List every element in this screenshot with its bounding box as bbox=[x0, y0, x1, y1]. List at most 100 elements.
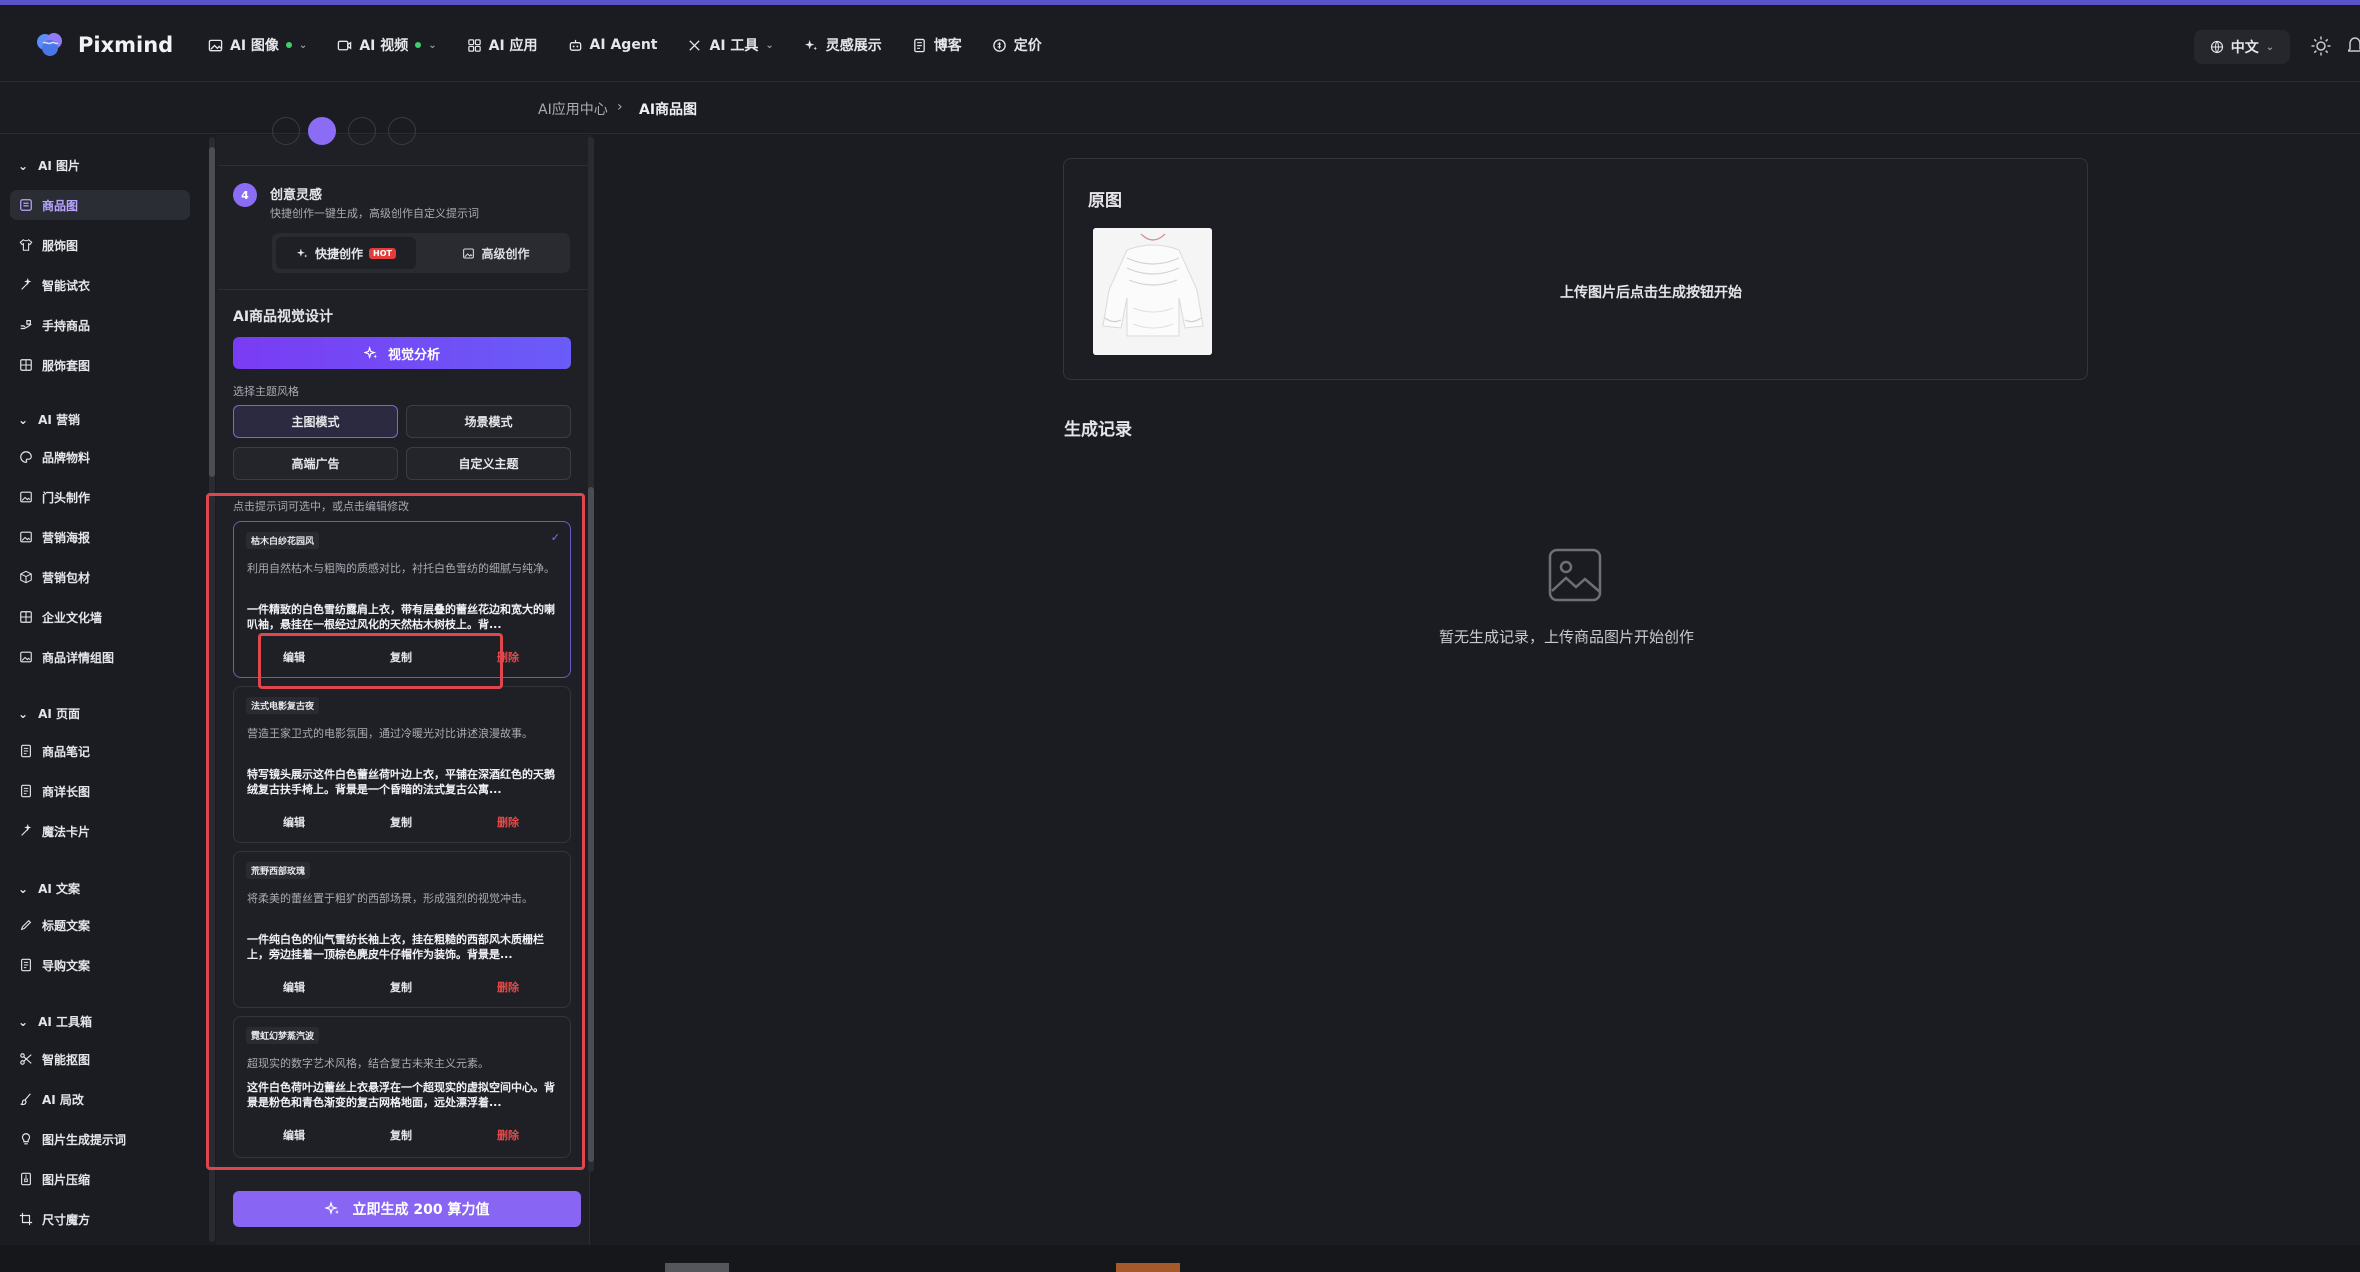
breadcrumb-parent[interactable]: AI应用中心 bbox=[538, 99, 608, 119]
globe-icon bbox=[2210, 40, 2223, 54]
sidebar-item-storefront[interactable]: 门头制作 bbox=[10, 482, 190, 512]
visual-analyze-button[interactable]: 视觉分析 bbox=[233, 337, 571, 369]
sidebar-group-ai-image[interactable]: ⌄ AI 图片 bbox=[18, 157, 80, 174]
sidebar-item-magic-card[interactable]: 魔法卡片 bbox=[10, 816, 190, 846]
step-indicator-active bbox=[308, 117, 336, 145]
nav-ai-image[interactable]: AI 图像 ⌄ bbox=[208, 33, 307, 57]
sidebar-item-handheld[interactable]: 手持商品 bbox=[10, 310, 190, 340]
nav-ai-tools[interactable]: AI 工具 ⌄ bbox=[687, 33, 774, 57]
sidebar-item-product-image[interactable]: 商品图 bbox=[10, 190, 190, 220]
style-scene[interactable]: 场景模式 bbox=[406, 405, 571, 438]
nav-blog[interactable]: 博客 bbox=[912, 33, 962, 57]
sidebar-item-apparel[interactable]: 服饰图 bbox=[10, 230, 190, 260]
sidebar-item-brand-material[interactable]: 品牌物料 bbox=[10, 442, 190, 472]
original-image-thumbnail[interactable] bbox=[1093, 228, 1212, 355]
breadcrumb-separator-icon: › bbox=[617, 99, 623, 115]
sparkle-icon bbox=[296, 248, 308, 258]
sidebar-item-prompt-gen[interactable]: 图片生成提示词 bbox=[10, 1124, 190, 1154]
wand-icon bbox=[21, 278, 32, 290]
step-subtitle: 快捷创作一键生成，高级创作自定义提示词 bbox=[270, 207, 479, 220]
wand-icon bbox=[21, 824, 32, 836]
sidebar-item-guide-copy[interactable]: 导购文案 bbox=[10, 950, 190, 980]
records-title: 生成记录 bbox=[1064, 420, 1132, 440]
logo[interactable]: Pixmind bbox=[34, 29, 173, 61]
highlight-box-actions bbox=[258, 633, 503, 689]
nav-label: 灵感展示 bbox=[825, 38, 882, 54]
hand-icon bbox=[20, 320, 32, 330]
divider bbox=[218, 165, 588, 166]
sidebar-item-cutout[interactable]: 智能抠图 bbox=[10, 1044, 190, 1074]
sidebar-item-title-copy[interactable]: 标题文案 bbox=[10, 910, 190, 940]
image-icon bbox=[20, 531, 32, 543]
taskbar-indicator bbox=[665, 1263, 729, 1272]
scrollbar-thumb[interactable] bbox=[209, 147, 215, 477]
chevron-down-icon: ⌄ bbox=[18, 412, 29, 427]
nav-ai-apps[interactable]: AI 应用 bbox=[467, 33, 538, 57]
scrollbar-thumb[interactable] bbox=[588, 487, 594, 1162]
coin-icon bbox=[993, 38, 1006, 52]
generate-button[interactable]: 立即生成 200 算力值 bbox=[233, 1191, 581, 1227]
sidebar-item-local-edit[interactable]: AI 局改 bbox=[10, 1084, 190, 1114]
taskbar-indicator bbox=[1116, 1263, 1180, 1272]
compress-icon bbox=[21, 1172, 31, 1186]
tab-advanced-create[interactable]: 高级创作 bbox=[426, 237, 566, 269]
blouse-image bbox=[1093, 228, 1212, 355]
document-icon bbox=[913, 38, 925, 52]
apps-icon bbox=[467, 38, 481, 52]
status-dot bbox=[285, 42, 292, 48]
highlight-box-cards bbox=[206, 493, 585, 1170]
sidebar: ⌄ AI 图片 商品图 服饰图 智能试衣 手持商品 服饰套图 ⌄ AI 营销 品牌物… bbox=[0, 135, 206, 1245]
breadcrumb-current: AI商品图 bbox=[639, 102, 698, 118]
sidebar-item-notes[interactable]: 商品笔记 bbox=[10, 736, 190, 766]
nav-label: AI 视频 bbox=[359, 38, 409, 54]
sidebar-item-resize[interactable]: 尺寸魔方 bbox=[10, 1204, 190, 1234]
nav-ai-video[interactable]: AI 视频 ⌄ bbox=[337, 33, 437, 57]
sidebar-item-detail-set[interactable]: 商品详情组图 bbox=[10, 642, 190, 672]
sparkle-icon bbox=[363, 345, 378, 359]
step-indicator bbox=[348, 117, 376, 145]
image-icon bbox=[463, 248, 475, 258]
sun-icon[interactable] bbox=[2310, 35, 2332, 57]
language-select[interactable]: 中文 ⌄ bbox=[2194, 30, 2290, 64]
sparkle-icon bbox=[804, 39, 817, 50]
brain-logo-icon bbox=[37, 33, 62, 56]
sidebar-group-ai-marketing[interactable]: ⌄ AI 营销 bbox=[18, 411, 80, 428]
image-icon bbox=[20, 199, 32, 211]
sidebar-item-compress[interactable]: 图片压缩 bbox=[10, 1164, 190, 1194]
visual-design-title: AI商品视觉设计 bbox=[233, 309, 334, 325]
pen-icon bbox=[20, 919, 32, 931]
sidebar-item-try-on[interactable]: 智能试衣 bbox=[10, 270, 190, 300]
original-image-card bbox=[1063, 158, 2088, 380]
style-premium-ad[interactable]: 高端广告 bbox=[233, 447, 398, 480]
tab-quick-create[interactable]: 快捷创作 HOT bbox=[276, 237, 416, 269]
tools-icon bbox=[689, 39, 701, 51]
sidebar-item-culture-wall[interactable]: 企业文化墙 bbox=[10, 602, 190, 632]
nav-inspiration[interactable]: 灵感展示 bbox=[804, 33, 882, 57]
sidebar-group-ai-copy[interactable]: ⌄ AI 文案 bbox=[18, 880, 80, 897]
nav-pricing[interactable]: 定价 bbox=[992, 33, 1042, 57]
nav-ai-agent[interactable]: AI Agent bbox=[568, 33, 657, 57]
sidebar-item-apparel-set[interactable]: 服饰套图 bbox=[10, 350, 190, 380]
sidebar-item-packaging[interactable]: 营销包材 bbox=[10, 562, 190, 592]
grid-icon bbox=[20, 611, 32, 623]
original-title: 原图 bbox=[1088, 191, 1122, 211]
sidebar-item-long-detail[interactable]: 商详长图 bbox=[10, 776, 190, 806]
grid-icon bbox=[20, 359, 32, 371]
sidebar-item-poster[interactable]: 营销海报 bbox=[10, 522, 190, 552]
sidebar-group-ai-toolbox[interactable]: ⌄ AI 工具箱 bbox=[18, 1013, 92, 1030]
step-indicator bbox=[272, 117, 300, 145]
style-main-image[interactable]: 主图模式 bbox=[233, 405, 398, 438]
video-icon bbox=[338, 40, 352, 50]
main-nav: AI 图像 ⌄ AI 视频 ⌄ AI 应用 AI Agent AI 工具 ⌄ 灵… bbox=[208, 33, 1072, 57]
nav-label: AI 图像 bbox=[230, 38, 279, 54]
creation-mode-tabs: 快捷创作 HOT 高级创作 bbox=[272, 233, 570, 273]
style-custom-theme[interactable]: 自定义主题 bbox=[406, 447, 571, 480]
panel-scrollbar[interactable] bbox=[588, 137, 594, 1172]
sidebar-group-ai-page[interactable]: ⌄ AI 页面 bbox=[18, 705, 80, 722]
chevron-down-icon: ⌄ bbox=[765, 39, 774, 51]
chevron-down-icon: ⌄ bbox=[2265, 41, 2275, 53]
chevron-down-icon: ⌄ bbox=[18, 706, 29, 721]
scissors-icon bbox=[20, 1053, 32, 1065]
bell-icon[interactable] bbox=[2348, 36, 2360, 56]
bulb-icon bbox=[21, 1133, 31, 1145]
